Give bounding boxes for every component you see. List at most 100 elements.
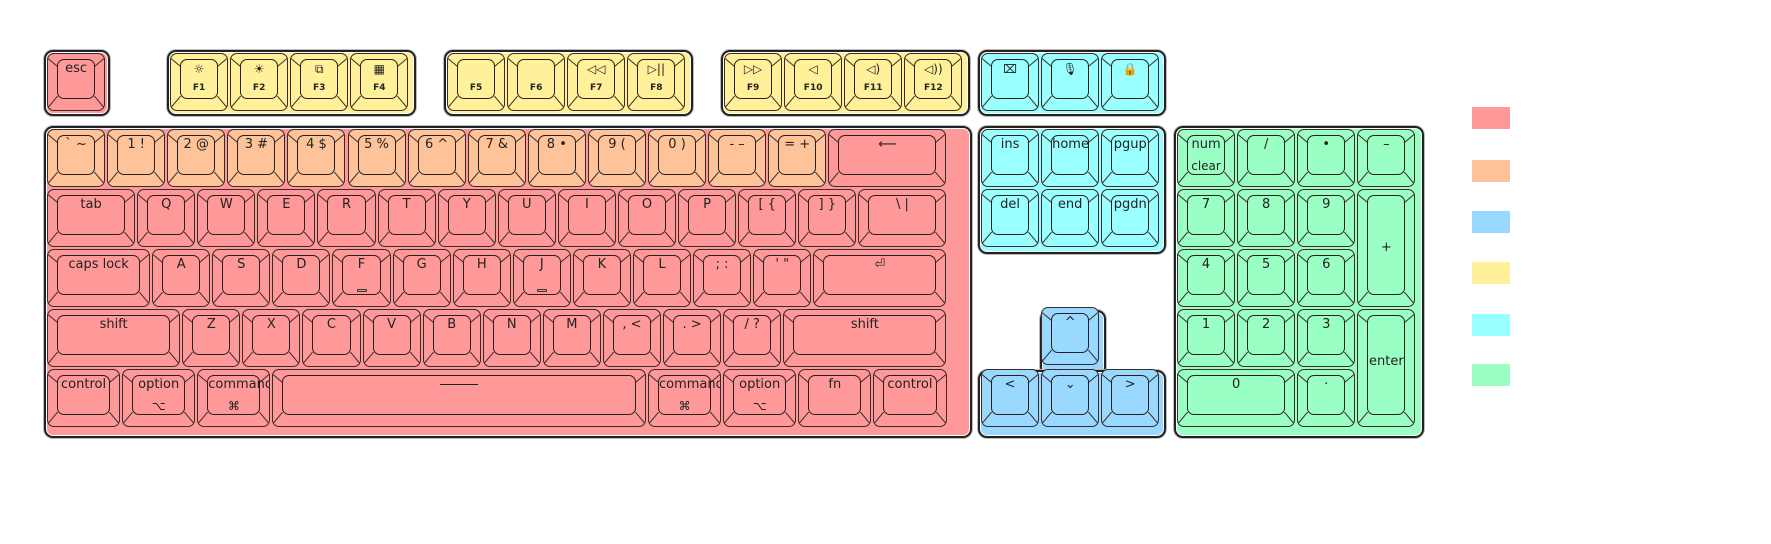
key-j[interactable]: J (512, 249, 571, 307)
key-comma[interactable]: , < (602, 309, 662, 367)
key-a[interactable]: A (152, 249, 211, 307)
key-rbracket[interactable]: ] } (798, 189, 857, 247)
key-tab[interactable]: tab (47, 189, 136, 247)
key-f2[interactable]: ☀ F2 (230, 53, 289, 111)
key-end[interactable]: end (1041, 189, 1100, 247)
key-roption[interactable]: option ⌥ (723, 369, 797, 427)
key-i[interactable]: I (557, 189, 616, 247)
key-kpslash[interactable]: / (1237, 129, 1296, 187)
key-v[interactable]: V (362, 309, 421, 367)
key-r[interactable]: R (317, 189, 376, 247)
key-x[interactable]: X (242, 309, 301, 367)
key-n6[interactable]: 6 ^ (407, 129, 466, 187)
key-f8[interactable]: ▷|| F8 (627, 53, 686, 111)
key-fnkey[interactable]: fn (798, 369, 872, 427)
key-period[interactable]: . > (663, 309, 722, 367)
key-kp4[interactable]: 4 (1177, 249, 1236, 307)
key-slash[interactable]: / ? (723, 309, 782, 367)
key-rcontrol[interactable]: control (873, 369, 947, 427)
key-rshift[interactable]: shift (783, 309, 947, 367)
key-f3[interactable]: ⧉ F3 (290, 53, 349, 111)
key-lcontrol[interactable]: control (47, 369, 121, 427)
key-e[interactable]: E (257, 189, 316, 247)
key-f[interactable]: F (332, 249, 391, 307)
key-minus[interactable]: - – (708, 129, 767, 187)
key-semicolon[interactable]: ; : (693, 249, 752, 307)
key-q[interactable]: Q (137, 189, 196, 247)
key-n3[interactable]: 3 # (227, 129, 286, 187)
key-n2[interactable]: 2 @ (167, 129, 226, 187)
key-n8[interactable]: 8 • (527, 129, 586, 187)
key-f12[interactable]: ◁)) F12 (904, 53, 963, 111)
key-kp3[interactable]: 3 (1297, 309, 1356, 367)
key-kp0[interactable]: 0 (1177, 369, 1296, 427)
key-grave[interactable]: ` ~ (47, 129, 106, 187)
key-z[interactable]: Z (182, 309, 241, 367)
key-kp2[interactable]: 2 (1237, 309, 1296, 367)
key-kp6[interactable]: 6 (1297, 249, 1356, 307)
key-kp7[interactable]: 7 (1177, 189, 1236, 247)
key-n7[interactable]: 7 & (467, 129, 526, 187)
key-f5[interactable]: F5 (447, 53, 506, 111)
key-n[interactable]: N (482, 309, 541, 367)
key-kpenter[interactable]: enter (1357, 309, 1416, 427)
key-n4[interactable]: 4 $ (287, 129, 346, 187)
key-ins[interactable]: ins (981, 129, 1040, 187)
key-home[interactable]: home (1041, 129, 1100, 187)
key-w[interactable]: W (197, 189, 256, 247)
key-kp1[interactable]: 1 (1177, 309, 1236, 367)
key-esc[interactable]: esc (47, 53, 106, 111)
key-screenshot[interactable]: ⌧ (981, 53, 1040, 111)
key-d[interactable]: D (272, 249, 331, 307)
key-backspace[interactable]: ⟵ (828, 129, 947, 187)
key-enter[interactable]: ⏎ (813, 249, 947, 307)
key-lbracket[interactable]: [ { (738, 189, 797, 247)
key-right[interactable]: > (1101, 369, 1160, 427)
key-loption[interactable]: option ⌥ (122, 369, 196, 427)
key-pgup[interactable]: pgup (1101, 129, 1160, 187)
key-l[interactable]: L (632, 249, 692, 307)
key-f10[interactable]: ◁ F10 (784, 53, 843, 111)
key-lcommand[interactable]: command ⌘ (197, 369, 271, 427)
key-o[interactable]: O (617, 189, 677, 247)
key-n5[interactable]: 5 % (347, 129, 406, 187)
key-numclear[interactable]: num clear (1177, 129, 1236, 187)
key-mic[interactable]: 🎙 (1041, 53, 1100, 111)
key-n0[interactable]: 0 ) (648, 129, 707, 187)
key-equal[interactable]: = + (768, 129, 827, 187)
key-f9[interactable]: ▷▷ F9 (724, 53, 783, 111)
key-n1[interactable]: 1 ! (107, 129, 166, 187)
key-rcommand[interactable]: command ⌘ (648, 369, 722, 427)
key-left[interactable]: < (981, 369, 1040, 427)
key-kpstar[interactable]: • (1297, 129, 1356, 187)
key-p[interactable]: P (678, 189, 737, 247)
key-caps[interactable]: caps lock (47, 249, 151, 307)
key-k[interactable]: K (572, 249, 631, 307)
key-up[interactable]: ^ (1041, 307, 1100, 365)
key-pgdn[interactable]: pgdn (1101, 189, 1160, 247)
key-kp8[interactable]: 8 (1237, 189, 1296, 247)
key-backslash[interactable]: \ | (858, 189, 947, 247)
key-u[interactable]: U (497, 189, 556, 247)
key-kpplus[interactable]: + (1357, 189, 1416, 307)
key-kpdot[interactable]: · (1297, 369, 1356, 427)
key-kpminus[interactable]: – (1357, 129, 1416, 187)
key-s[interactable]: S (212, 249, 271, 307)
key-t[interactable]: T (377, 189, 436, 247)
key-m[interactable]: M (542, 309, 601, 367)
key-kp5[interactable]: 5 (1237, 249, 1296, 307)
key-f4[interactable]: ▦ F4 (350, 53, 409, 111)
key-space[interactable] (272, 369, 646, 427)
key-f1[interactable]: ☼ F1 (170, 53, 229, 111)
key-g[interactable]: G (392, 249, 451, 307)
key-f11[interactable]: ◁) F11 (844, 53, 903, 111)
key-lock[interactable]: 🔒 (1101, 53, 1160, 111)
key-b[interactable]: B (422, 309, 481, 367)
key-y[interactable]: Y (437, 189, 496, 247)
key-quote[interactable]: ' " (753, 249, 812, 307)
key-n9[interactable]: 9 ( (587, 129, 646, 187)
key-kp9[interactable]: 9 (1297, 189, 1356, 247)
key-f6[interactable]: F6 (507, 53, 566, 111)
key-lshift[interactable]: shift (47, 309, 181, 367)
key-down[interactable]: ⌄ (1041, 369, 1100, 427)
